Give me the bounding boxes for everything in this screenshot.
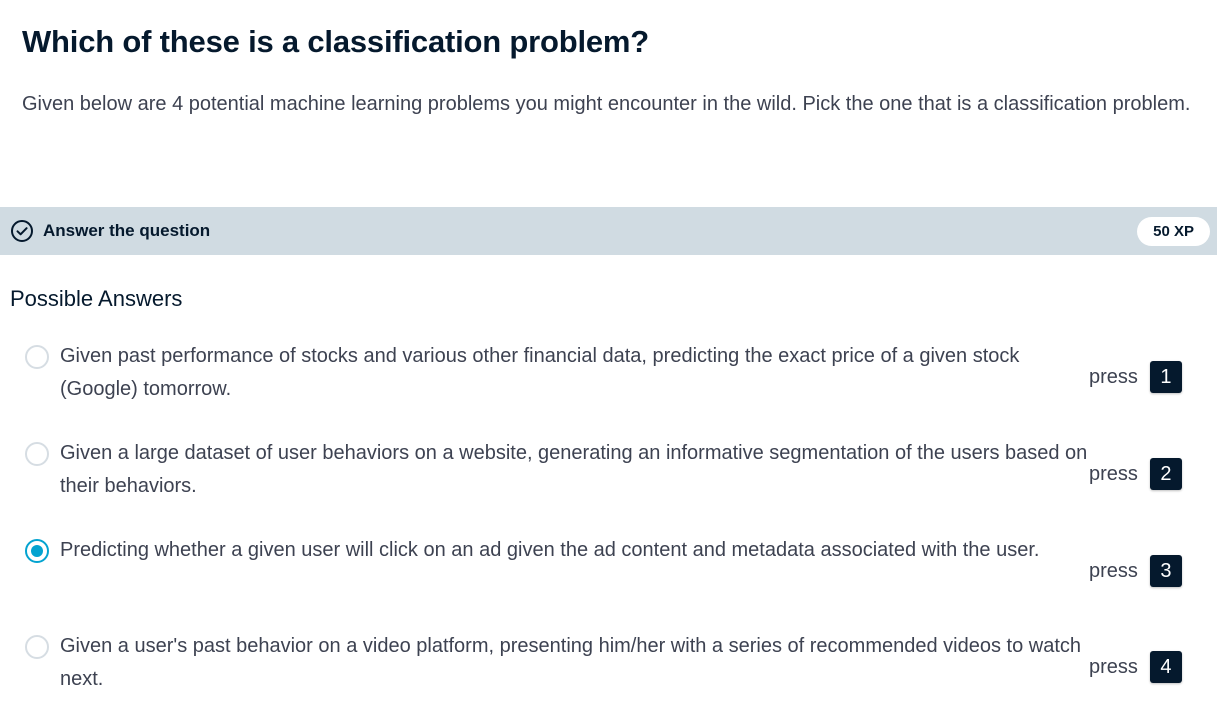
exercise-description: Given below are 4 potential machine lear… — [22, 93, 1191, 115]
task-label: Answer the question — [43, 221, 211, 240]
answer-text: Given a user's past behavior on a video … — [60, 635, 1082, 690]
answer-text: Given a large dataset of user behaviors … — [60, 442, 1088, 497]
keyboard-hint: press 1 — [1089, 361, 1182, 393]
exercise-title: Which of these is a classification probl… — [22, 24, 650, 59]
task-bar: Answer the question 50 XP — [0, 207, 1217, 255]
answer-option-3[interactable]: Predicting whether a given user will cli… — [0, 534, 1217, 604]
keyboard-hint: press 3 — [1089, 555, 1182, 587]
press-label: press — [1089, 559, 1138, 582]
press-label: press — [1089, 655, 1138, 678]
keyboard-hint: press 4 — [1089, 651, 1182, 683]
radio-button[interactable] — [25, 635, 49, 659]
key-badge: 4 — [1149, 651, 1182, 683]
answer-text: Given past performance of stocks and var… — [60, 345, 1020, 400]
xp-badge: 50 XP — [1137, 216, 1210, 246]
answer-text: Predicting whether a given user will cli… — [60, 539, 1040, 561]
press-label: press — [1089, 462, 1138, 485]
answer-option-4[interactable]: Given a user's past behavior on a video … — [0, 630, 1217, 700]
radio-button[interactable] — [25, 539, 49, 563]
key-badge: 1 — [1149, 361, 1182, 393]
keyboard-hint: press 2 — [1089, 458, 1182, 490]
key-badge: 2 — [1149, 458, 1182, 490]
press-label: press — [1089, 365, 1138, 388]
answer-option-1[interactable]: Given past performance of stocks and var… — [0, 340, 1217, 410]
key-badge: 3 — [1149, 555, 1182, 587]
answer-option-2[interactable]: Given a large dataset of user behaviors … — [0, 437, 1217, 507]
radio-button[interactable] — [25, 442, 49, 466]
possible-answers-heading: Possible Answers — [10, 286, 183, 311]
exercise-page: Which of these is a classification probl… — [0, 0, 1217, 705]
radio-button[interactable] — [25, 345, 49, 369]
checkmark-circle-icon — [11, 220, 33, 242]
task-bar-left: Answer the question — [10, 219, 210, 243]
